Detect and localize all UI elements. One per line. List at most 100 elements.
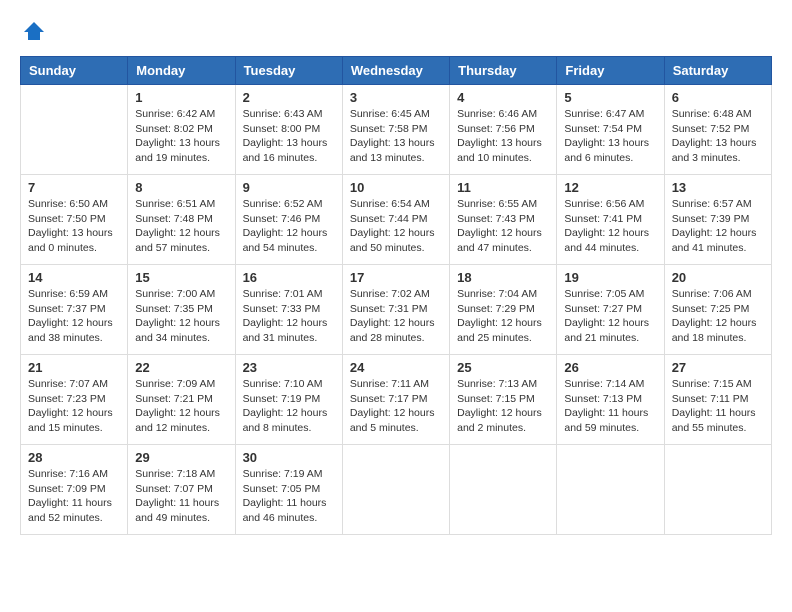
week-row: 7 Sunrise: 6:50 AM Sunset: 7:50 PM Daylig… <box>21 175 772 265</box>
day-info: Sunrise: 6:57 AM Sunset: 7:39 PM Dayligh… <box>672 197 764 256</box>
header-row: SundayMondayTuesdayWednesdayThursdayFrid… <box>21 57 772 85</box>
day-info: Sunrise: 7:19 AM Sunset: 7:05 PM Dayligh… <box>243 467 335 526</box>
weekday-header: Monday <box>128 57 235 85</box>
day-cell: 30 Sunrise: 7:19 AM Sunset: 7:05 PM Dayli… <box>235 445 342 535</box>
day-cell: 18Sunrise: 7:04 AM Sunset: 7:29 PM Dayli… <box>450 265 557 355</box>
day-info: Sunrise: 6:56 AM Sunset: 7:41 PM Dayligh… <box>564 197 656 256</box>
week-row: 21 Sunrise: 7:07 AM Sunset: 7:23 PM Dayli… <box>21 355 772 445</box>
day-number: 8 <box>135 180 227 195</box>
day-number: 27 <box>672 360 764 375</box>
day-cell: 28 Sunrise: 7:16 AM Sunset: 7:09 PM Dayli… <box>21 445 128 535</box>
day-number: 29 <box>135 450 227 465</box>
day-info: Sunrise: 7:10 AM Sunset: 7:19 PM Dayligh… <box>243 377 335 436</box>
day-info: Sunrise: 7:09 AM Sunset: 7:21 PM Dayligh… <box>135 377 227 436</box>
day-number: 30 <box>243 450 335 465</box>
day-cell: 22Sunrise: 7:09 AM Sunset: 7:21 PM Dayli… <box>128 355 235 445</box>
logo-icon <box>22 20 46 44</box>
day-number: 16 <box>243 270 335 285</box>
weekday-header: Thursday <box>450 57 557 85</box>
day-cell: 16Sunrise: 7:01 AM Sunset: 7:33 PM Dayli… <box>235 265 342 355</box>
day-cell: 9Sunrise: 6:52 AM Sunset: 7:46 PM Daylig… <box>235 175 342 265</box>
day-cell: 4 Sunrise: 6:46 AM Sunset: 7:56 PM Daylig… <box>450 85 557 175</box>
day-cell: 20 Sunrise: 7:06 AM Sunset: 7:25 PM Dayli… <box>664 265 771 355</box>
day-number: 23 <box>243 360 335 375</box>
day-number: 25 <box>457 360 549 375</box>
day-info: Sunrise: 7:16 AM Sunset: 7:09 PM Dayligh… <box>28 467 120 526</box>
day-number: 18 <box>457 270 549 285</box>
weekday-header: Wednesday <box>342 57 449 85</box>
day-number: 1 <box>135 90 227 105</box>
header <box>20 20 772 40</box>
day-cell: 24Sunrise: 7:11 AM Sunset: 7:17 PM Dayli… <box>342 355 449 445</box>
day-number: 21 <box>28 360 120 375</box>
day-number: 9 <box>243 180 335 195</box>
day-cell: 19 Sunrise: 7:05 AM Sunset: 7:27 PM Dayli… <box>557 265 664 355</box>
day-info: Sunrise: 6:42 AM Sunset: 8:02 PM Dayligh… <box>135 107 227 166</box>
day-cell: 3 Sunrise: 6:45 AM Sunset: 7:58 PM Daylig… <box>342 85 449 175</box>
week-row: 14 Sunrise: 6:59 AM Sunset: 7:37 PM Dayli… <box>21 265 772 355</box>
day-cell <box>342 445 449 535</box>
day-cell: 10 Sunrise: 6:54 AM Sunset: 7:44 PM Dayli… <box>342 175 449 265</box>
day-number: 12 <box>564 180 656 195</box>
logo <box>20 20 46 44</box>
day-cell <box>21 85 128 175</box>
day-cell: 7 Sunrise: 6:50 AM Sunset: 7:50 PM Daylig… <box>21 175 128 265</box>
calendar: SundayMondayTuesdayWednesdayThursdayFrid… <box>20 56 772 535</box>
day-number: 17 <box>350 270 442 285</box>
day-info: Sunrise: 7:06 AM Sunset: 7:25 PM Dayligh… <box>672 287 764 346</box>
day-info: Sunrise: 7:15 AM Sunset: 7:11 PM Dayligh… <box>672 377 764 436</box>
weekday-header: Saturday <box>664 57 771 85</box>
day-number: 3 <box>350 90 442 105</box>
day-cell <box>664 445 771 535</box>
day-info: Sunrise: 7:02 AM Sunset: 7:31 PM Dayligh… <box>350 287 442 346</box>
day-cell: 26Sunrise: 7:14 AM Sunset: 7:13 PM Dayli… <box>557 355 664 445</box>
day-info: Sunrise: 6:59 AM Sunset: 7:37 PM Dayligh… <box>28 287 120 346</box>
day-info: Sunrise: 6:45 AM Sunset: 7:58 PM Dayligh… <box>350 107 442 166</box>
day-cell: 6Sunrise: 6:48 AM Sunset: 7:52 PM Daylig… <box>664 85 771 175</box>
day-number: 11 <box>457 180 549 195</box>
day-info: Sunrise: 7:14 AM Sunset: 7:13 PM Dayligh… <box>564 377 656 436</box>
day-cell: 23 Sunrise: 7:10 AM Sunset: 7:19 PM Dayli… <box>235 355 342 445</box>
day-number: 28 <box>28 450 120 465</box>
day-number: 2 <box>243 90 335 105</box>
day-cell: 5 Sunrise: 6:47 AM Sunset: 7:54 PM Daylig… <box>557 85 664 175</box>
day-info: Sunrise: 7:18 AM Sunset: 7:07 PM Dayligh… <box>135 467 227 526</box>
day-info: Sunrise: 6:47 AM Sunset: 7:54 PM Dayligh… <box>564 107 656 166</box>
day-number: 19 <box>564 270 656 285</box>
day-info: Sunrise: 6:55 AM Sunset: 7:43 PM Dayligh… <box>457 197 549 256</box>
day-number: 6 <box>672 90 764 105</box>
day-cell: 12 Sunrise: 6:56 AM Sunset: 7:41 PM Dayli… <box>557 175 664 265</box>
day-number: 15 <box>135 270 227 285</box>
day-info: Sunrise: 7:00 AM Sunset: 7:35 PM Dayligh… <box>135 287 227 346</box>
day-cell: 15 Sunrise: 7:00 AM Sunset: 7:35 PM Dayli… <box>128 265 235 355</box>
page: SundayMondayTuesdayWednesdayThursdayFrid… <box>0 0 792 555</box>
day-cell: 1 Sunrise: 6:42 AM Sunset: 8:02 PM Daylig… <box>128 85 235 175</box>
day-cell: 13 Sunrise: 6:57 AM Sunset: 7:39 PM Dayli… <box>664 175 771 265</box>
day-number: 13 <box>672 180 764 195</box>
day-cell: 11 Sunrise: 6:55 AM Sunset: 7:43 PM Dayli… <box>450 175 557 265</box>
week-row: 1 Sunrise: 6:42 AM Sunset: 8:02 PM Daylig… <box>21 85 772 175</box>
day-info: Sunrise: 6:50 AM Sunset: 7:50 PM Dayligh… <box>28 197 120 256</box>
day-info: Sunrise: 7:13 AM Sunset: 7:15 PM Dayligh… <box>457 377 549 436</box>
day-number: 14 <box>28 270 120 285</box>
week-row: 28 Sunrise: 7:16 AM Sunset: 7:09 PM Dayli… <box>21 445 772 535</box>
day-cell: 29 Sunrise: 7:18 AM Sunset: 7:07 PM Dayli… <box>128 445 235 535</box>
day-cell: 27 Sunrise: 7:15 AM Sunset: 7:11 PM Dayli… <box>664 355 771 445</box>
day-cell: 2 Sunrise: 6:43 AM Sunset: 8:00 PM Daylig… <box>235 85 342 175</box>
day-info: Sunrise: 6:43 AM Sunset: 8:00 PM Dayligh… <box>243 107 335 166</box>
day-number: 7 <box>28 180 120 195</box>
logo-area <box>20 20 46 40</box>
day-cell: 17 Sunrise: 7:02 AM Sunset: 7:31 PM Dayli… <box>342 265 449 355</box>
day-cell: 14 Sunrise: 6:59 AM Sunset: 7:37 PM Dayli… <box>21 265 128 355</box>
day-info: Sunrise: 6:54 AM Sunset: 7:44 PM Dayligh… <box>350 197 442 256</box>
day-number: 20 <box>672 270 764 285</box>
weekday-header: Sunday <box>21 57 128 85</box>
day-info: Sunrise: 7:11 AM Sunset: 7:17 PM Dayligh… <box>350 377 442 436</box>
day-info: Sunrise: 7:05 AM Sunset: 7:27 PM Dayligh… <box>564 287 656 346</box>
weekday-header: Tuesday <box>235 57 342 85</box>
day-info: Sunrise: 6:46 AM Sunset: 7:56 PM Dayligh… <box>457 107 549 166</box>
day-info: Sunrise: 7:07 AM Sunset: 7:23 PM Dayligh… <box>28 377 120 436</box>
day-number: 5 <box>564 90 656 105</box>
day-number: 10 <box>350 180 442 195</box>
day-number: 4 <box>457 90 549 105</box>
